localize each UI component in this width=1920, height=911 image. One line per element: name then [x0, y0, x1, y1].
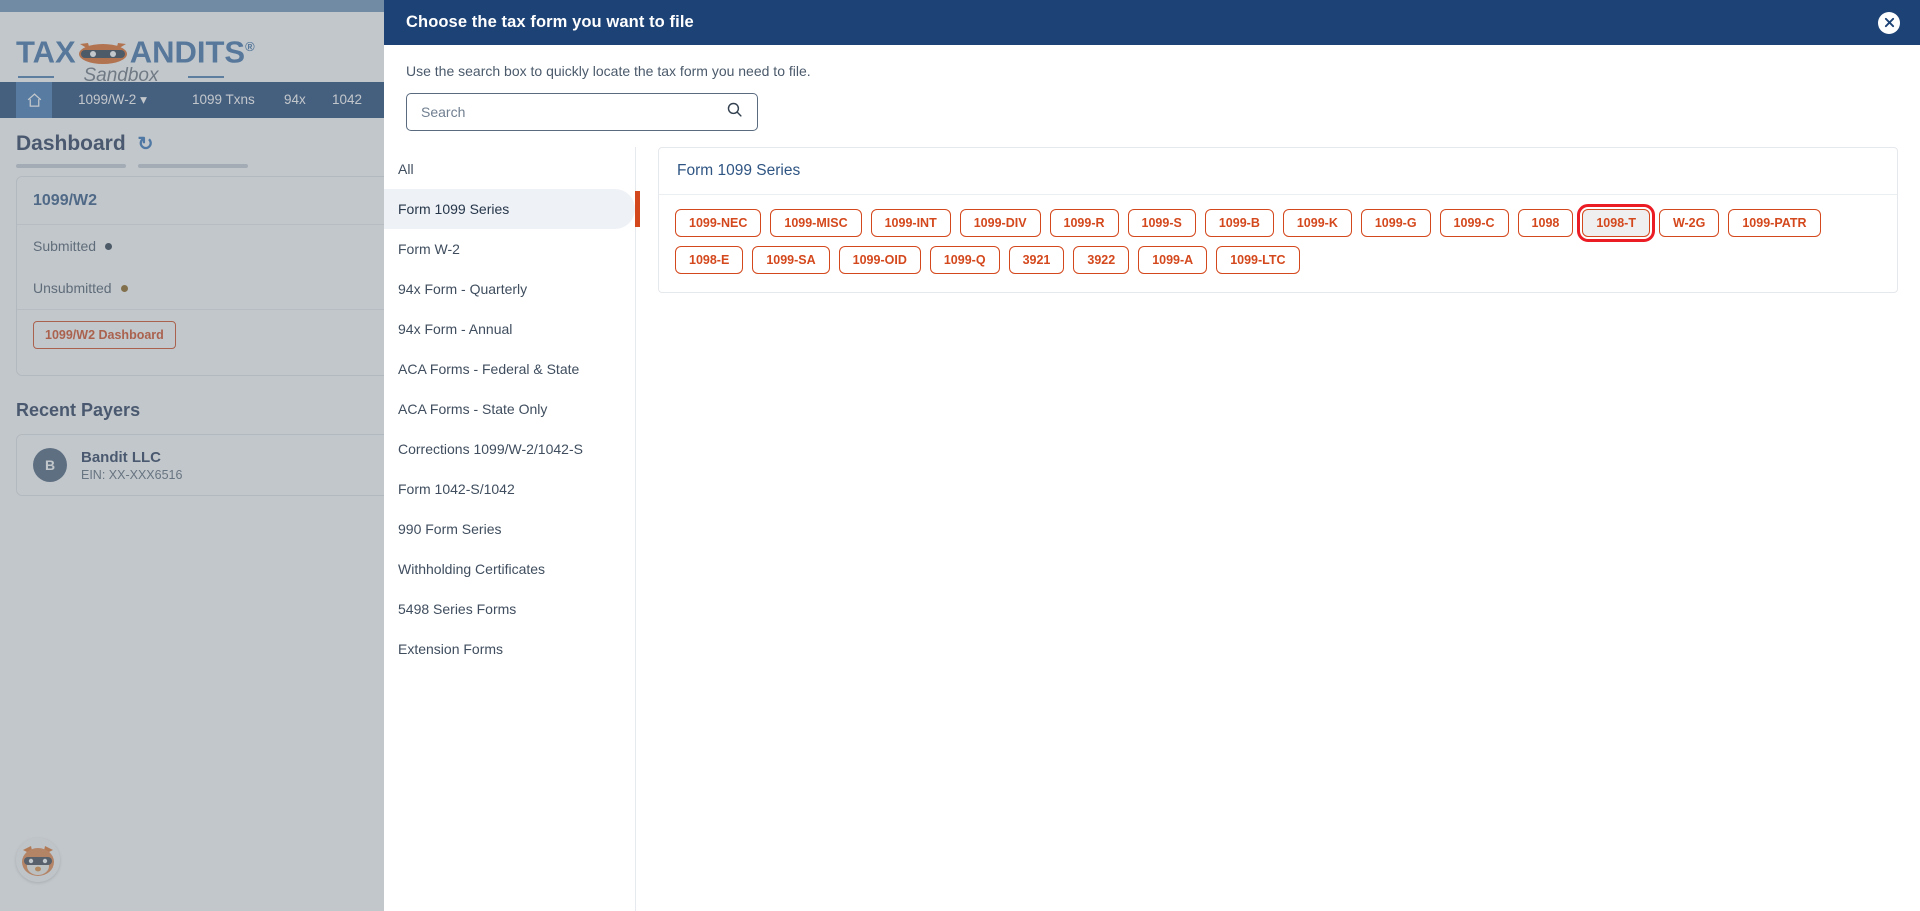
forms-panel: Form 1099 Series 1099-NEC 1099-MISC 1099-I… [658, 147, 1898, 293]
form-chip-1099-int[interactable]: 1099-INT [870, 209, 951, 237]
category-item-extension-forms[interactable]: Extension Forms [384, 629, 635, 669]
category-item-form-w-2[interactable]: Form W-2 [384, 229, 635, 269]
search-input[interactable] [421, 104, 726, 120]
category-item-form-1099-series[interactable]: Form 1099 Series [384, 189, 640, 229]
form-chip-1099-nec[interactable]: 1099-NEC [675, 209, 762, 237]
form-chip-1098-e[interactable]: 1098-E [675, 246, 744, 274]
form-chip-3922[interactable]: 3922 [1073, 246, 1130, 274]
category-item-label: 94x Form - Annual [398, 321, 513, 337]
form-chip-1099-r[interactable]: 1099-R [1049, 209, 1119, 237]
category-item-5498-series-forms[interactable]: 5498 Series Forms [384, 589, 635, 629]
category-item-all[interactable]: All [384, 149, 635, 189]
category-item-aca-forms-state-only[interactable]: ACA Forms - State Only [384, 389, 635, 429]
category-item-label: Corrections 1099/W-2/1042-S [398, 441, 583, 457]
category-item-corrections-1099-w-2-1042-s[interactable]: Corrections 1099/W-2/1042-S [384, 429, 635, 469]
search-area [384, 79, 1920, 131]
form-chip-1099-misc[interactable]: 1099-MISC [770, 209, 862, 237]
form-chip-1098-t[interactable]: 1098-T [1577, 204, 1655, 242]
form-chip-1099-q[interactable]: 1099-Q [929, 246, 1000, 274]
choose-tax-form-modal: Choose the tax form you want to file Use… [384, 0, 1920, 911]
form-chip-1099-ltc[interactable]: 1099-LTC [1216, 246, 1300, 274]
category-item-label: Form W-2 [398, 241, 460, 257]
category-item-label: 990 Form Series [398, 521, 502, 537]
form-chip-1099-oid[interactable]: 1099-OID [838, 246, 921, 274]
panel-title: Form 1099 Series [659, 148, 1897, 195]
search-box[interactable] [406, 93, 758, 131]
form-chip-1099-k[interactable]: 1099-K [1282, 209, 1352, 237]
category-item-withholding-certificates[interactable]: Withholding Certificates [384, 549, 635, 589]
form-chip-1098[interactable]: 1098 [1517, 209, 1574, 237]
category-item-label: All [398, 161, 414, 177]
category-list: All Form 1099 Series Form W-2 94x Form - Qu… [384, 147, 640, 911]
search-icon[interactable] [726, 101, 743, 123]
category-item-label: Form 1042-S/1042 [398, 481, 515, 497]
form-chip-grid: 1099-NEC 1099-MISC 1099-INT 1099-DIV 1099-R 1… [659, 195, 1897, 292]
form-chip-1099-b[interactable]: 1099-B [1204, 209, 1274, 237]
modal-subtitle: Use the search box to quickly locate the… [406, 63, 811, 79]
category-item-94x-form-quarterly[interactable]: 94x Form - Quarterly [384, 269, 635, 309]
category-item-990-form-series[interactable]: 990 Form Series [384, 509, 635, 549]
modal-title: Choose the tax form you want to file [406, 13, 694, 31]
category-item-label: Form 1099 Series [398, 201, 510, 217]
form-chip-1099-c[interactable]: 1099-C [1439, 209, 1509, 237]
form-chip-1099-patr[interactable]: 1099-PATR [1728, 209, 1821, 237]
category-item-aca-forms-federal-state[interactable]: ACA Forms - Federal & State [384, 349, 635, 389]
modal-header: Choose the tax form you want to file [384, 0, 1920, 45]
category-item-label: ACA Forms - State Only [398, 401, 548, 417]
category-item-label: ACA Forms - Federal & State [398, 361, 580, 377]
form-chip-1099-a[interactable]: 1099-A [1138, 246, 1208, 274]
forms-panel-wrap: Form 1099 Series 1099-NEC 1099-MISC 1099-I… [636, 147, 1920, 911]
category-item-94x-form-annual[interactable]: 94x Form - Annual [384, 309, 635, 349]
form-chip-1099-sa[interactable]: 1099-SA [752, 246, 830, 274]
category-item-label: 94x Form - Quarterly [398, 281, 528, 297]
form-chip-w-2g[interactable]: W-2G [1658, 209, 1720, 237]
category-item-label: 5498 Series Forms [398, 601, 517, 617]
form-chip-1099-s[interactable]: 1099-S [1127, 209, 1196, 237]
form-chip-1099-g[interactable]: 1099-G [1360, 209, 1431, 237]
category-item-label: Extension Forms [398, 641, 504, 657]
close-icon[interactable] [1878, 11, 1900, 34]
form-chip-3921[interactable]: 3921 [1008, 246, 1065, 274]
category-item-form-1042-s-1042[interactable]: Form 1042-S/1042 [384, 469, 635, 509]
form-chip-1099-div[interactable]: 1099-DIV [959, 209, 1041, 237]
modal-body: All Form 1099 Series Form W-2 94x Form - Qu… [384, 131, 1920, 911]
category-item-label: Withholding Certificates [398, 561, 546, 577]
